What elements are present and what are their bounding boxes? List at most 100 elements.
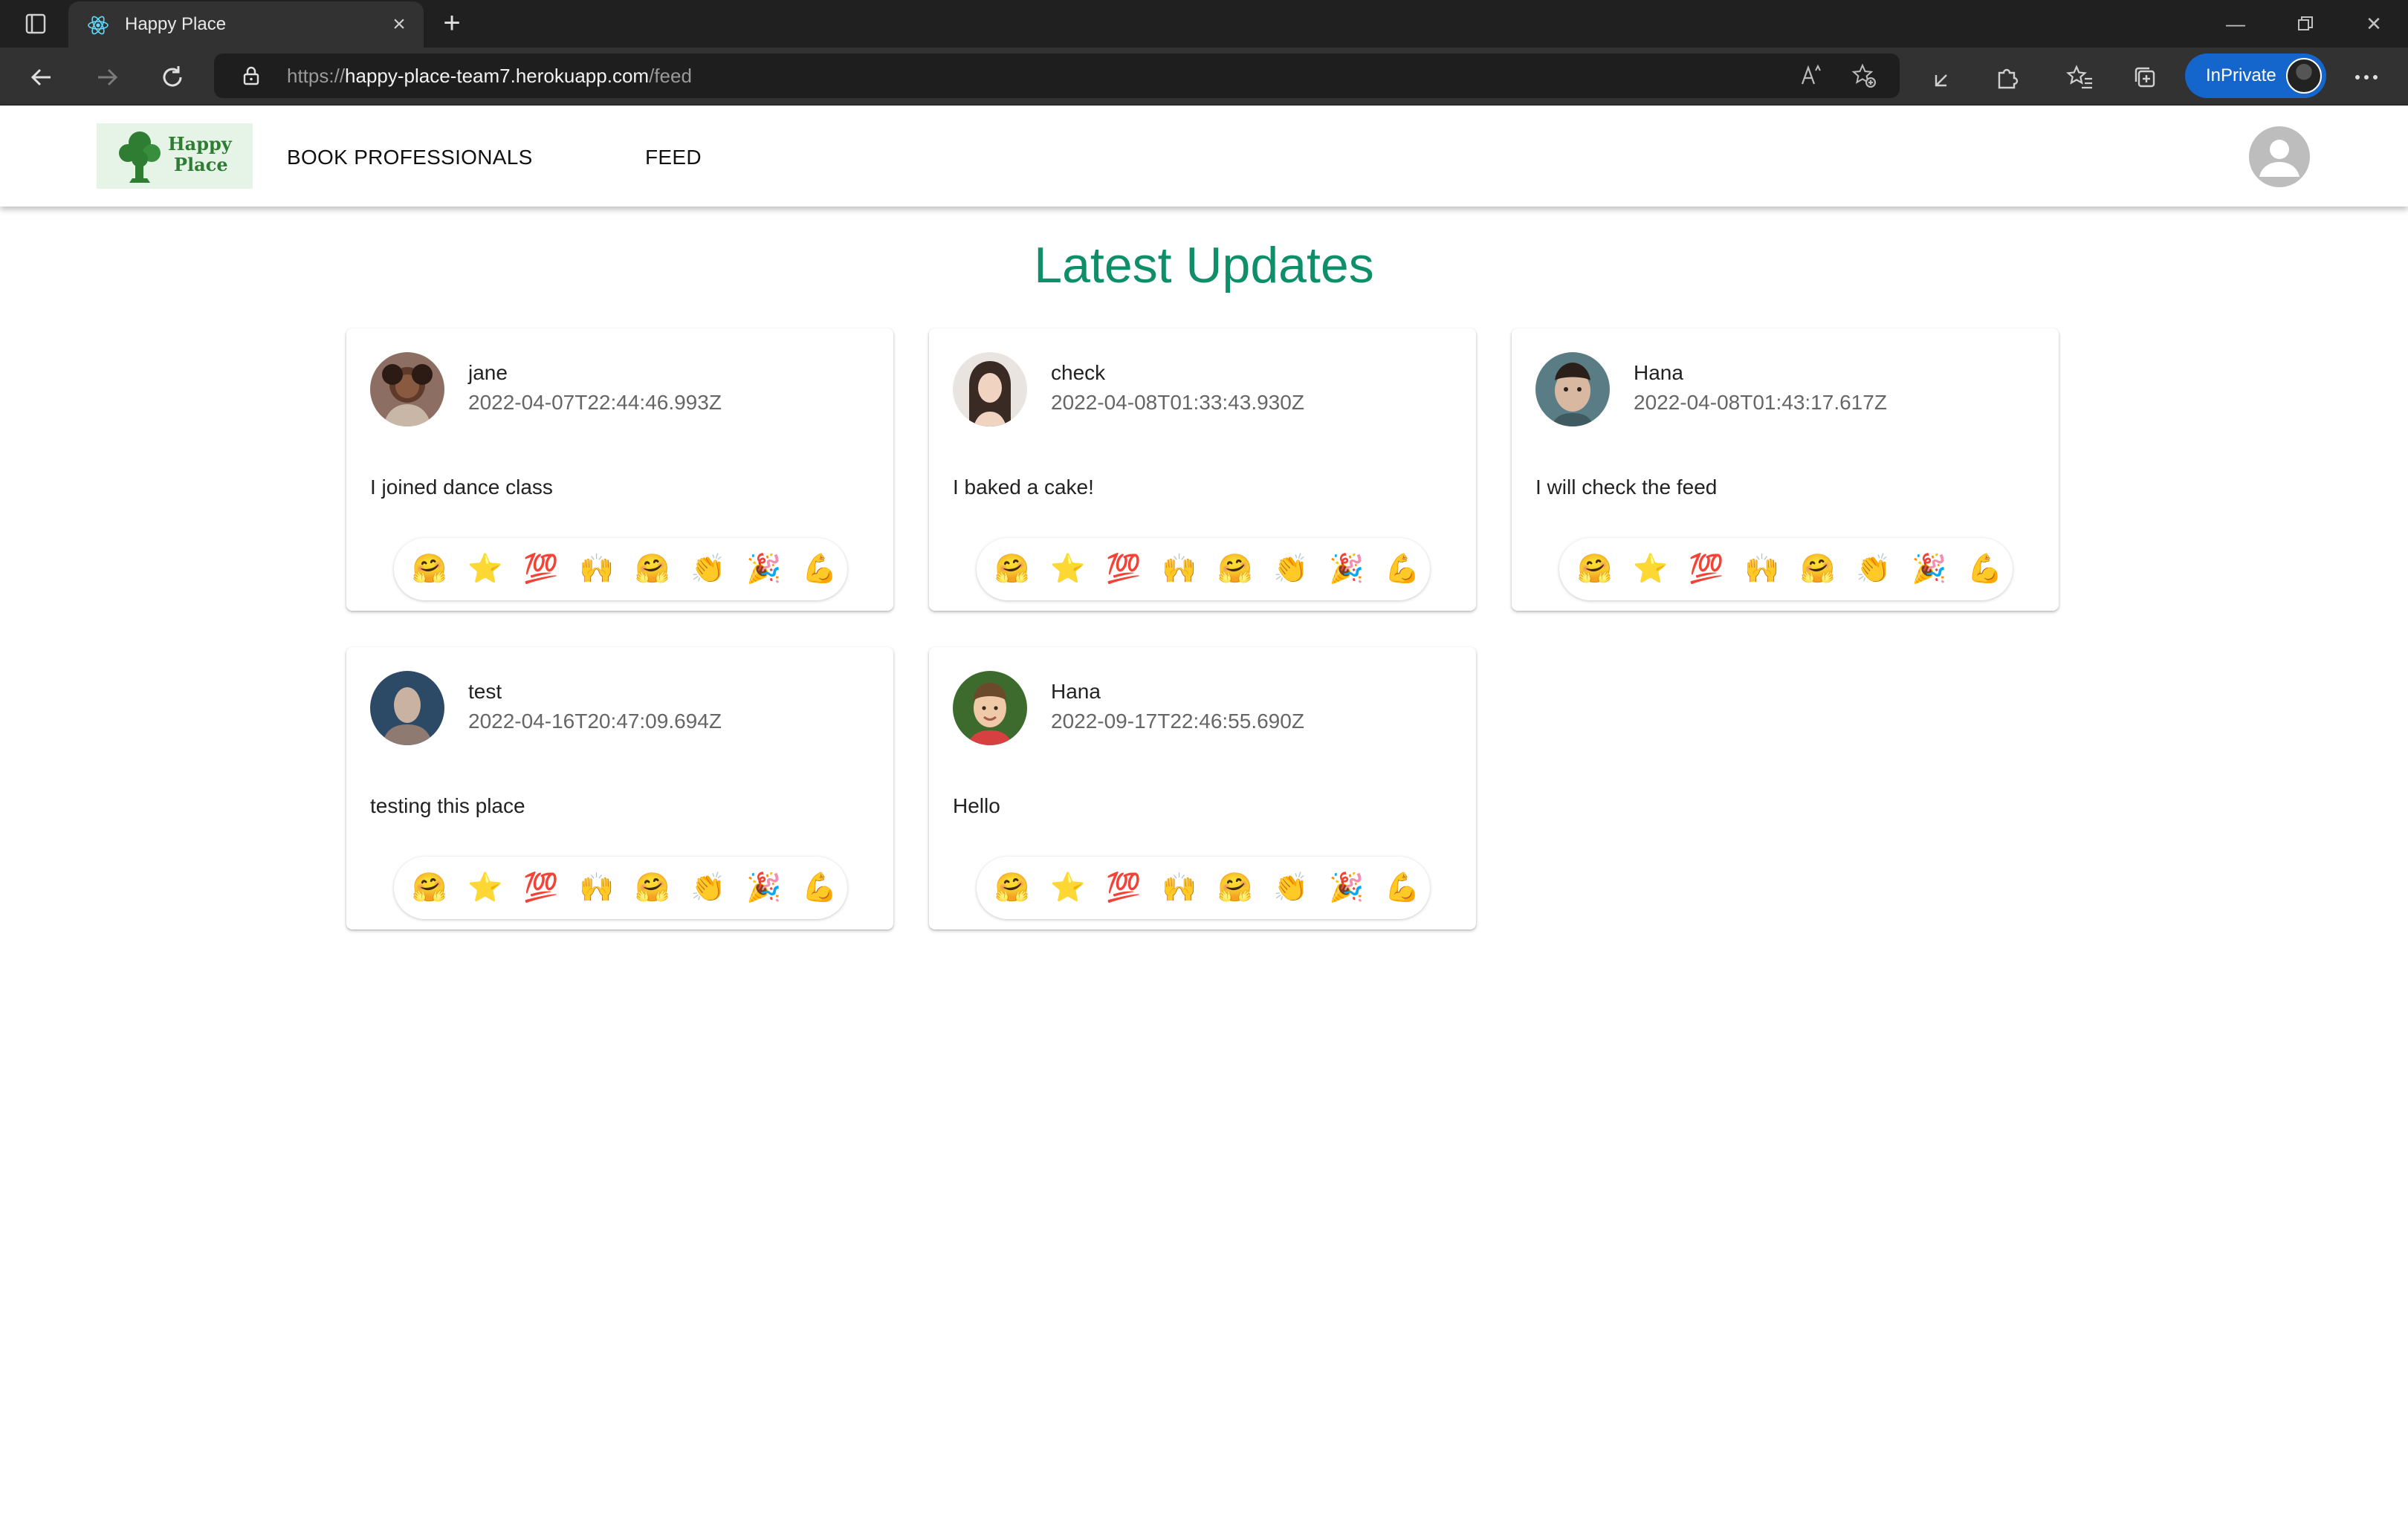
inprivate-button[interactable]: InPrivate	[2185, 53, 2326, 98]
raising-hands-reaction[interactable]: 🙌	[1160, 550, 1199, 588]
lock-icon[interactable]	[241, 65, 262, 86]
rainbow-hug-reaction[interactable]: 🤗	[1576, 550, 1614, 588]
party-popper-reaction[interactable]: 🎉	[1910, 550, 1949, 588]
inprivate-label: InPrivate	[2206, 65, 2276, 85]
inprivate-avatar	[2286, 58, 2322, 94]
post-card: test 2022-04-16T20:47:09.694Z testing th…	[346, 647, 893, 929]
rainbow-hug-reaction[interactable]: 🤗	[993, 550, 1032, 588]
party-popper-reaction[interactable]: 🎉	[1327, 550, 1366, 588]
raising-hands-reaction[interactable]: 🙌	[577, 550, 616, 588]
party-popper-reaction[interactable]: 🎉	[745, 550, 783, 588]
rainbow-hug-reaction[interactable]: 🤗	[410, 869, 449, 907]
reaction-bar: 🤗 ⭐ 💯 🙌 🤗 👏 🎉 💪	[394, 857, 847, 919]
post-timestamp: 2022-04-16T20:47:09.694Z	[468, 710, 722, 733]
party-popper-reaction[interactable]: 🎉	[1327, 869, 1366, 907]
hugging-face-reaction[interactable]: 🤗	[1216, 869, 1255, 907]
reload-icon[interactable]	[155, 59, 190, 95]
raising-hands-reaction[interactable]: 🙌	[1160, 869, 1199, 907]
clapping-hands-reaction[interactable]: 👏	[689, 869, 728, 907]
favorites-icon[interactable]	[2062, 59, 2097, 95]
post-username: jane	[468, 361, 508, 384]
user-avatar[interactable]	[370, 671, 444, 745]
hugging-face-reaction[interactable]: 🤗	[633, 869, 672, 907]
post-username: Hana	[1051, 680, 1101, 703]
post-text: I baked a cake!	[953, 476, 1094, 499]
logo-text: Happy Place	[168, 133, 232, 175]
performance-icon[interactable]	[1925, 59, 1961, 95]
tab-title: Happy Place	[125, 14, 227, 34]
nav-book-professionals[interactable]: BOOK PROFESSIONALS	[287, 146, 533, 169]
address-bar[interactable]: https://happy-place-team7.herokuapp.com/…	[214, 53, 1900, 98]
clapping-hands-reaction[interactable]: 👏	[1854, 550, 1893, 588]
more-options-icon[interactable]	[2349, 59, 2384, 95]
close-window-icon[interactable]: ✕	[2353, 9, 2395, 39]
hundred-points-reaction[interactable]: 💯	[522, 550, 560, 588]
star-reaction[interactable]: ⭐	[1631, 550, 1670, 588]
post-timestamp: 2022-04-07T22:44:46.993Z	[468, 391, 722, 414]
happy-place-logo[interactable]: Happy Place	[97, 123, 253, 189]
flexed-biceps-reaction[interactable]: 💪	[800, 550, 839, 588]
collections-icon[interactable]	[2127, 59, 2163, 95]
flexed-biceps-reaction[interactable]: 💪	[1966, 550, 2004, 588]
browser-tab-strip: Happy Place × + — ✕	[0, 0, 2408, 48]
clapping-hands-reaction[interactable]: 👏	[1272, 550, 1310, 588]
star-reaction[interactable]: ⭐	[466, 550, 505, 588]
party-popper-reaction[interactable]: 🎉	[745, 869, 783, 907]
url-text: https://happy-place-team7.herokuapp.com/…	[287, 65, 692, 87]
post-card: check 2022-04-08T01:33:43.930Z I baked a…	[929, 328, 1476, 611]
restore-icon[interactable]	[2285, 9, 2326, 39]
post-timestamp: 2022-04-08T01:33:43.930Z	[1051, 391, 1304, 414]
hugging-face-reaction[interactable]: 🤗	[633, 550, 672, 588]
clapping-hands-reaction[interactable]: 👏	[1272, 869, 1310, 907]
reaction-bar: 🤗 ⭐ 💯 🙌 🤗 👏 🎉 💪	[977, 857, 1430, 919]
hugging-face-reaction[interactable]: 🤗	[1216, 550, 1255, 588]
reaction-bar: 🤗 ⭐ 💯 🙌 🤗 👏 🎉 💪	[394, 538, 847, 600]
user-avatar[interactable]	[370, 352, 444, 426]
star-reaction[interactable]: ⭐	[1049, 550, 1087, 588]
close-tab-icon[interactable]: ×	[386, 12, 412, 37]
star-reaction[interactable]: ⭐	[1049, 869, 1087, 907]
raising-hands-reaction[interactable]: 🙌	[1743, 550, 1781, 588]
tab-actions-icon[interactable]	[19, 10, 52, 37]
post-card: Hana 2022-09-17T22:46:55.690Z Hello 🤗 ⭐ 💯 🙌…	[929, 647, 1476, 929]
user-avatar[interactable]	[953, 352, 1027, 426]
profile-avatar-icon[interactable]	[2249, 126, 2310, 187]
user-avatar[interactable]	[1535, 352, 1610, 426]
add-favorite-icon[interactable]	[1849, 61, 1879, 91]
post-card: jane 2022-04-07T22:44:46.993Z I joined d…	[346, 328, 893, 611]
browser-toolbar: https://happy-place-team7.herokuapp.com/…	[0, 48, 2408, 106]
hundred-points-reaction[interactable]: 💯	[1104, 869, 1143, 907]
post-text: Hello	[953, 794, 1000, 817]
hugging-face-reaction[interactable]: 🤗	[1799, 550, 1837, 588]
nav-feed[interactable]: FEED	[645, 146, 702, 169]
star-reaction[interactable]: ⭐	[466, 869, 505, 907]
forward-icon[interactable]	[89, 59, 125, 95]
page-title: Latest Updates	[1034, 237, 1374, 293]
post-card: Hana 2022-04-08T01:43:17.617Z I will che…	[1512, 328, 2059, 611]
post-username: test	[468, 680, 502, 703]
raising-hands-reaction[interactable]: 🙌	[577, 869, 616, 907]
reaction-bar: 🤗 ⭐ 💯 🙌 🤗 👏 🎉 💪	[1559, 538, 2013, 600]
user-avatar[interactable]	[953, 671, 1027, 745]
post-username: check	[1051, 361, 1106, 384]
reaction-bar: 🤗 ⭐ 💯 🙌 🤗 👏 🎉 💪	[977, 538, 1430, 600]
extensions-icon[interactable]	[1989, 59, 2025, 95]
flexed-biceps-reaction[interactable]: 💪	[800, 869, 839, 907]
tree-logo-icon	[119, 132, 161, 183]
read-aloud-icon[interactable]	[1797, 61, 1827, 91]
new-tab-icon[interactable]: +	[437, 8, 467, 39]
active-tab[interactable]: Happy Place ×	[68, 1, 424, 48]
react-favicon-icon	[86, 13, 110, 37]
rainbow-hug-reaction[interactable]: 🤗	[410, 550, 449, 588]
hundred-points-reaction[interactable]: 💯	[522, 869, 560, 907]
hundred-points-reaction[interactable]: 💯	[1687, 550, 1726, 588]
flexed-biceps-reaction[interactable]: 💪	[1383, 869, 1422, 907]
minimize-icon[interactable]: —	[2215, 9, 2256, 39]
back-icon[interactable]	[24, 59, 59, 95]
clapping-hands-reaction[interactable]: 👏	[689, 550, 728, 588]
flexed-biceps-reaction[interactable]: 💪	[1383, 550, 1422, 588]
rainbow-hug-reaction[interactable]: 🤗	[993, 869, 1032, 907]
post-timestamp: 2022-09-17T22:46:55.690Z	[1051, 710, 1304, 733]
app-header: Happy Place BOOK PROFESSIONALS FEED	[0, 106, 2408, 207]
hundred-points-reaction[interactable]: 💯	[1104, 550, 1143, 588]
